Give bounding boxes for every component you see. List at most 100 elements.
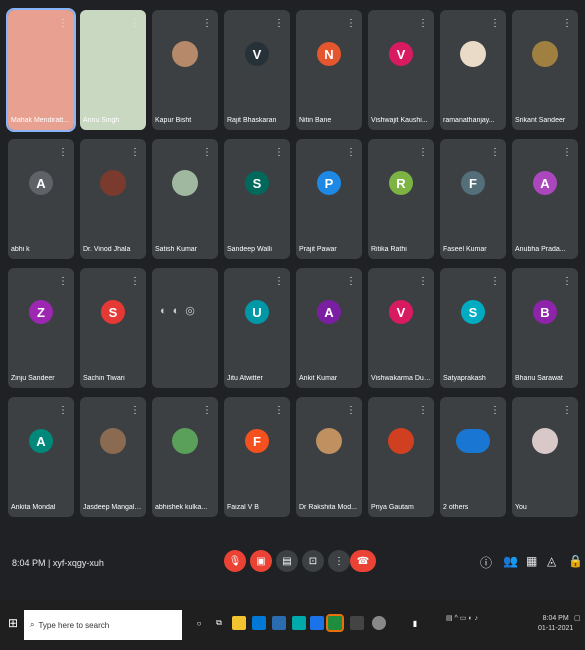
pinned-app-button[interactable]: ▮	[408, 616, 422, 630]
meeting-info: 8:04 PM | xyf-xqgy-xuh	[12, 558, 104, 568]
mic-muted-icon: ⋮	[274, 147, 284, 158]
participant-tile[interactable]: ⋮ Jasdeep Mangalo...	[80, 397, 146, 517]
participant-tile[interactable]: ⋮ Dr Rakshita Mod...	[296, 397, 362, 517]
microphone-off-button[interactable]: 🎙	[224, 550, 246, 572]
participant-tile[interactable]: A ⋮ Anubha Prada...	[512, 139, 578, 259]
edge-button[interactable]	[292, 616, 306, 630]
participant-tile[interactable]: A ⋮ Ankita Mondal	[8, 397, 74, 517]
participant-tile[interactable]: B ⋮ Bhanu Sarawat	[512, 268, 578, 388]
participant-tile[interactable]: S ⋮ Satyaprakash	[440, 268, 506, 388]
participant-name: Annu Singh	[83, 117, 120, 124]
more-participants-icons: ◐◐◎	[160, 305, 201, 317]
captions-button[interactable]: ▤	[276, 550, 298, 572]
more-options-button[interactable]: ⋮	[328, 550, 350, 572]
participant-tile[interactable]: ⋮ 2 others	[440, 397, 506, 517]
participant-tile[interactable]: N ⋮ Nitin Bane	[296, 10, 362, 130]
participant-name: Jasdeep Mangalo...	[83, 504, 143, 511]
mic-muted-icon: ⋮	[202, 405, 212, 416]
mail-button[interactable]	[272, 616, 286, 630]
chrome-button[interactable]	[372, 616, 386, 630]
participant-avatar	[100, 428, 126, 454]
participant-name: Dr Rakshita Mod...	[299, 504, 357, 511]
participant-name: Rajit Bhaskaran	[227, 117, 277, 124]
participant-tile[interactable]: P ⋮ Prajit Pawar	[296, 139, 362, 259]
present-icon: ⊡	[308, 555, 318, 567]
participant-tile[interactable]: S ⋮ Sachin Tiwari	[80, 268, 146, 388]
leave-call-button[interactable]: ☎	[350, 550, 376, 572]
participant-avatar: F	[245, 429, 269, 453]
task-view-button[interactable]: ⧉	[212, 616, 226, 630]
mic-muted-icon: ⋮	[274, 405, 284, 416]
participant-name: Ankit Kumar	[299, 375, 338, 382]
participant-name: abhishek kulka...	[155, 504, 208, 511]
participant-tile[interactable]: ⋮ Kapur Bisht	[152, 10, 218, 130]
participant-name: Faseel Kumar	[443, 246, 487, 253]
windows-icon: ⊞	[7, 616, 19, 630]
camera-off-button[interactable]: ▣	[250, 550, 272, 572]
participant-tile[interactable]: V ⋮ Vishwakarma Dubey	[368, 268, 434, 388]
participant-name: Jitu Atwitter	[227, 375, 263, 382]
participant-avatar: A	[533, 171, 557, 195]
file-explorer-button[interactable]	[232, 616, 246, 630]
participant-tile[interactable]: V ⋮ Vishwajit Kaushi...	[368, 10, 434, 130]
participant-tile[interactable]: ⋮ Annu Singh	[80, 10, 146, 130]
participant-tile[interactable]: F ⋮ Faizal V B	[224, 397, 290, 517]
participant-avatar: P	[317, 171, 341, 195]
mic-muted-icon: ⋮	[562, 405, 572, 416]
lock-icon: 🔒	[568, 554, 583, 568]
mic-muted-icon: ⋮	[130, 18, 140, 29]
participant-name: Faizal V B	[227, 504, 259, 511]
participant-tile[interactable]: ⋮ Satish Kumar	[152, 139, 218, 259]
participant-avatar	[532, 428, 558, 454]
participant-tile[interactable]: ⋮ Dr. Vinod Jhala	[80, 139, 146, 259]
cortana-button[interactable]: ○	[192, 616, 206, 630]
activities-button[interactable]: ◬	[547, 554, 556, 568]
mic-muted-icon: ⋮	[418, 405, 428, 416]
participant-tile[interactable]: ⋮ ramanathanjay...	[440, 10, 506, 130]
system-tray[interactable]: ▤ ^ ▭ ◐ ♪	[446, 614, 478, 622]
app-button[interactable]	[350, 616, 364, 630]
participant-avatar: F	[461, 171, 485, 195]
notifications-button[interactable]: ▢	[574, 614, 581, 622]
participant-avatar: S	[245, 171, 269, 195]
participant-avatar: U	[245, 300, 269, 324]
people-icon: 👥	[503, 554, 518, 568]
participant-name: Bhanu Sarawat	[515, 375, 563, 382]
participant-grid: ⋮ Mahak Mendiratt... ⋮ Annu Singh ⋮ Kapur Bis…	[6, 8, 584, 530]
participant-tile[interactable]: Z ⋮ Zinju Sandeer	[8, 268, 74, 388]
mic-muted-icon: ⋮	[274, 276, 284, 287]
meeting-details-button[interactable]: ⓘ	[480, 554, 492, 571]
participant-tile[interactable]: ⋮ abhishek kulka...	[152, 397, 218, 517]
participant-tile[interactable]: ⋮ Mahak Mendiratt...	[6, 8, 76, 132]
excel-button[interactable]	[326, 614, 344, 632]
participant-avatar: S	[461, 300, 485, 324]
store-button[interactable]	[252, 616, 266, 630]
participant-tile[interactable]: A ⋮ Ankit Kumar	[296, 268, 362, 388]
participant-tile[interactable]: R ⋮ Ritika Rathi	[368, 139, 434, 259]
chat-button[interactable]: ▦	[526, 554, 537, 568]
clock-time: 8:04 PM	[542, 615, 569, 622]
participant-tile[interactable]: ⋮ You	[512, 397, 578, 517]
participant-avatar: V	[245, 42, 269, 66]
windows-start-button[interactable]: ⊞	[6, 616, 20, 630]
participant-tile[interactable]: ⋮ Srikant Sandeer	[512, 10, 578, 130]
mic-muted-icon: ⋮	[418, 276, 428, 287]
participant-tile[interactable]: S ⋮ Sandeep Walli	[224, 139, 290, 259]
mic-muted-icon: ⋮	[58, 147, 68, 158]
participant-name: Nitin Bane	[299, 117, 332, 124]
taskbar-clock[interactable]: 8:04 PM 01-11-2021	[538, 614, 573, 634]
people-button[interactable]: 👥	[503, 554, 518, 568]
taskbar-search-box[interactable]: ⌕ Type here to search	[24, 610, 182, 640]
present-button[interactable]: ⊡	[302, 550, 324, 572]
participant-tile[interactable]: V ⋮ Rajit Bhaskaran	[224, 10, 290, 130]
host-controls-button[interactable]: 🔒	[568, 554, 583, 568]
participant-tile[interactable]: F ⋮ Faseel Kumar	[440, 139, 506, 259]
mic-muted-icon: ⋮	[346, 276, 356, 287]
participant-tile[interactable]: ◐◐◎	[152, 268, 218, 388]
participant-tile[interactable]: A ⋮ abhi k	[8, 139, 74, 259]
word-button[interactable]	[310, 616, 324, 630]
participant-tile[interactable]: ⋮ Priya Gautam	[368, 397, 434, 517]
mic-muted-icon: ⋮	[490, 405, 500, 416]
participant-tile[interactable]: U ⋮ Jitu Atwitter	[224, 268, 290, 388]
hang-up-icon: ☎	[356, 555, 370, 567]
